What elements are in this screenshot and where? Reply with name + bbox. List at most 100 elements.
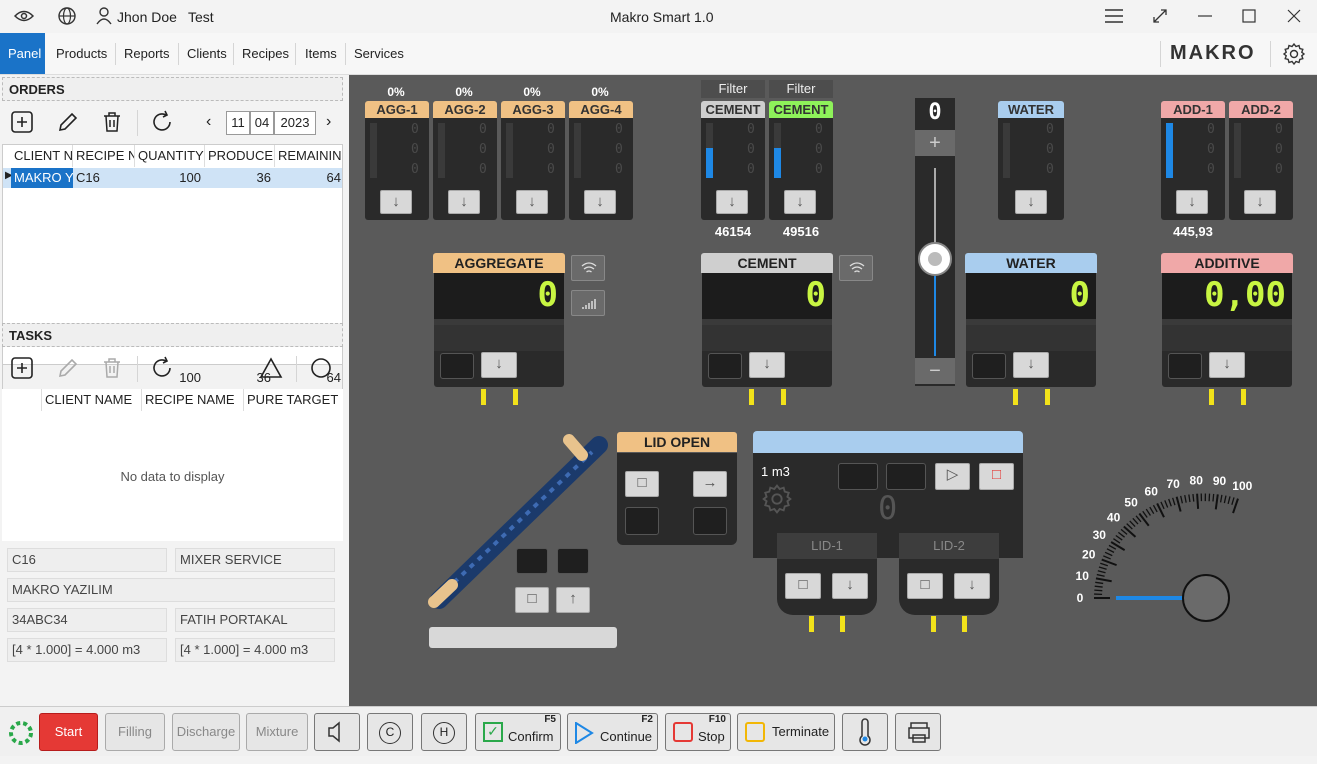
- user-icon[interactable]: [96, 7, 112, 25]
- slider-plus-button[interactable]: +: [915, 130, 955, 156]
- wifi-button-aggregate[interactable]: [571, 255, 605, 281]
- empty-message: No data to display: [2, 469, 343, 484]
- menu-bar: Panel Products Reports Clients Recipes I…: [0, 33, 1317, 75]
- cement-filter-1[interactable]: Filter: [701, 80, 765, 98]
- cell-remaining[interactable]: 64: [275, 168, 341, 188]
- mixture-button[interactable]: Mixture: [246, 713, 308, 751]
- print-button[interactable]: [895, 713, 941, 751]
- triangle-icon[interactable]: [259, 356, 283, 380]
- slider-minus-button[interactable]: −: [915, 358, 955, 384]
- refresh-icon[interactable]: [150, 110, 174, 134]
- globe-icon[interactable]: [58, 7, 76, 25]
- signal-button-aggregate[interactable]: [571, 290, 605, 316]
- confirm-button[interactable]: ✓ F5 Confirm: [475, 713, 561, 751]
- mixer-play-button[interactable]: ▷: [935, 463, 970, 490]
- add-task-icon[interactable]: [10, 356, 34, 380]
- col-client[interactable]: CLIENT N: [11, 145, 73, 167]
- refresh-tasks-icon[interactable]: [150, 356, 174, 380]
- add-icon[interactable]: [10, 110, 34, 134]
- lid-stop-button[interactable]: □: [625, 471, 659, 497]
- prev-date-icon[interactable]: ‹: [206, 113, 211, 131]
- conveyor-up-button[interactable]: ↑: [556, 587, 590, 613]
- eye-icon[interactable]: [14, 9, 34, 23]
- additive-discharge-button[interactable]: ↓: [1209, 352, 1245, 378]
- add1-discharge-button[interactable]: ↓: [1176, 190, 1208, 214]
- table-row[interactable]: ▶ MAKRO Y C16 100 36 64: [3, 168, 342, 188]
- water-bin-discharge-button[interactable]: ↓: [1015, 190, 1047, 214]
- lid-2-stop-button[interactable]: □: [907, 573, 943, 599]
- add2-discharge-button[interactable]: ↓: [1244, 190, 1276, 214]
- agg-discharge-button-2[interactable]: ↓: [448, 190, 480, 214]
- cement-discharge-button[interactable]: ↓: [749, 352, 785, 378]
- cement-bin-2: 0 0 0 ↓: [769, 118, 833, 220]
- discharge-button[interactable]: Discharge: [172, 713, 240, 751]
- cell-client[interactable]: MAKRO Y: [11, 168, 73, 188]
- conveyor-stop-button[interactable]: □: [515, 587, 549, 613]
- agg-bin-1: 0 0 0 ↓: [365, 118, 429, 220]
- temperature-button[interactable]: [842, 713, 888, 751]
- wifi-button-cement[interactable]: [839, 255, 873, 281]
- close-icon[interactable]: [1287, 9, 1301, 23]
- terminate-button[interactable]: Terminate: [737, 713, 835, 751]
- water-discharge-button[interactable]: ↓: [1013, 352, 1049, 378]
- col-remaining[interactable]: REMAININ: [275, 145, 343, 167]
- additive-display: 0,00: [1162, 273, 1292, 319]
- h-button[interactable]: H: [421, 713, 467, 751]
- month-field[interactable]: 04: [250, 111, 274, 135]
- agg-bin-2: 0 0 0 ↓: [433, 118, 497, 220]
- tab-products[interactable]: Products: [48, 33, 115, 74]
- mixer-gear-icon[interactable]: [761, 483, 793, 515]
- col-produced[interactable]: PRODUCEE: [205, 145, 275, 167]
- tab-items[interactable]: Items: [297, 33, 345, 74]
- sound-button[interactable]: [314, 713, 360, 751]
- col-task-target[interactable]: PURE TARGET: [244, 389, 343, 411]
- expand-icon[interactable]: [1153, 9, 1167, 23]
- user-name[interactable]: Jhon Doe: [117, 9, 177, 25]
- cell-recipe[interactable]: C16: [76, 168, 100, 188]
- col-quantity[interactable]: QUANTITY: [135, 145, 205, 167]
- tab-panel[interactable]: Panel: [0, 33, 45, 74]
- lid-2-down-button[interactable]: ↓: [954, 573, 990, 599]
- agg-discharge-button-3[interactable]: ↓: [516, 190, 548, 214]
- next-date-icon[interactable]: ›: [326, 113, 331, 131]
- start-button[interactable]: Start: [39, 713, 98, 751]
- hamburger-icon[interactable]: [1105, 9, 1123, 23]
- orders-header: ORDERS: [2, 77, 343, 101]
- mixer-stop-button[interactable]: □: [979, 463, 1014, 490]
- agg-discharge-button-4[interactable]: ↓: [584, 190, 616, 214]
- c-button[interactable]: C: [367, 713, 413, 751]
- tab-reports[interactable]: Reports: [116, 33, 178, 74]
- year-field[interactable]: 2023: [274, 111, 316, 135]
- edit-icon[interactable]: [56, 110, 80, 134]
- gear-icon[interactable]: [1282, 42, 1306, 66]
- cement-discharge-button-1[interactable]: ↓: [716, 190, 748, 214]
- filling-button[interactable]: Filling: [105, 713, 165, 751]
- col-task-recipe[interactable]: RECIPE NAME: [142, 389, 244, 411]
- continue-button[interactable]: F2 Continue: [567, 713, 658, 751]
- lid-1-down-button[interactable]: ↓: [832, 573, 868, 599]
- tab-services[interactable]: Services: [346, 33, 412, 74]
- tasks-grid: CLIENT NAME RECIPE NAME PURE TARGET No d…: [2, 389, 343, 541]
- lid-right-button[interactable]: →: [693, 471, 727, 497]
- agg-label-4: AGG-4: [569, 101, 633, 118]
- tab-clients[interactable]: Clients: [179, 33, 235, 74]
- gauge-tick-label: 50: [1124, 496, 1138, 510]
- cell-produced[interactable]: 36: [205, 168, 271, 188]
- cell-quantity[interactable]: 100: [135, 168, 201, 188]
- agg-discharge-button-1[interactable]: ↓: [380, 190, 412, 214]
- tab-recipes[interactable]: Recipes: [234, 33, 297, 74]
- col-task-client[interactable]: CLIENT NAME: [42, 389, 142, 411]
- slider-thumb[interactable]: [918, 242, 952, 276]
- trash-icon[interactable]: [100, 110, 124, 134]
- minimize-icon[interactable]: [1198, 15, 1212, 17]
- cement-discharge-button-2[interactable]: ↓: [784, 190, 816, 214]
- aggregate-discharge-button[interactable]: ↓: [481, 352, 517, 378]
- circle-icon[interactable]: [309, 356, 333, 380]
- maximize-icon[interactable]: [1242, 9, 1256, 23]
- lid-1-stop-button[interactable]: □: [785, 573, 821, 599]
- cement-filter-2[interactable]: Filter: [769, 80, 833, 98]
- col-recipe[interactable]: RECIPE N: [73, 145, 135, 167]
- stop-button[interactable]: F10 Stop: [665, 713, 731, 751]
- day-field[interactable]: 11: [226, 111, 250, 135]
- lid-2-label: LID-2: [899, 533, 999, 559]
